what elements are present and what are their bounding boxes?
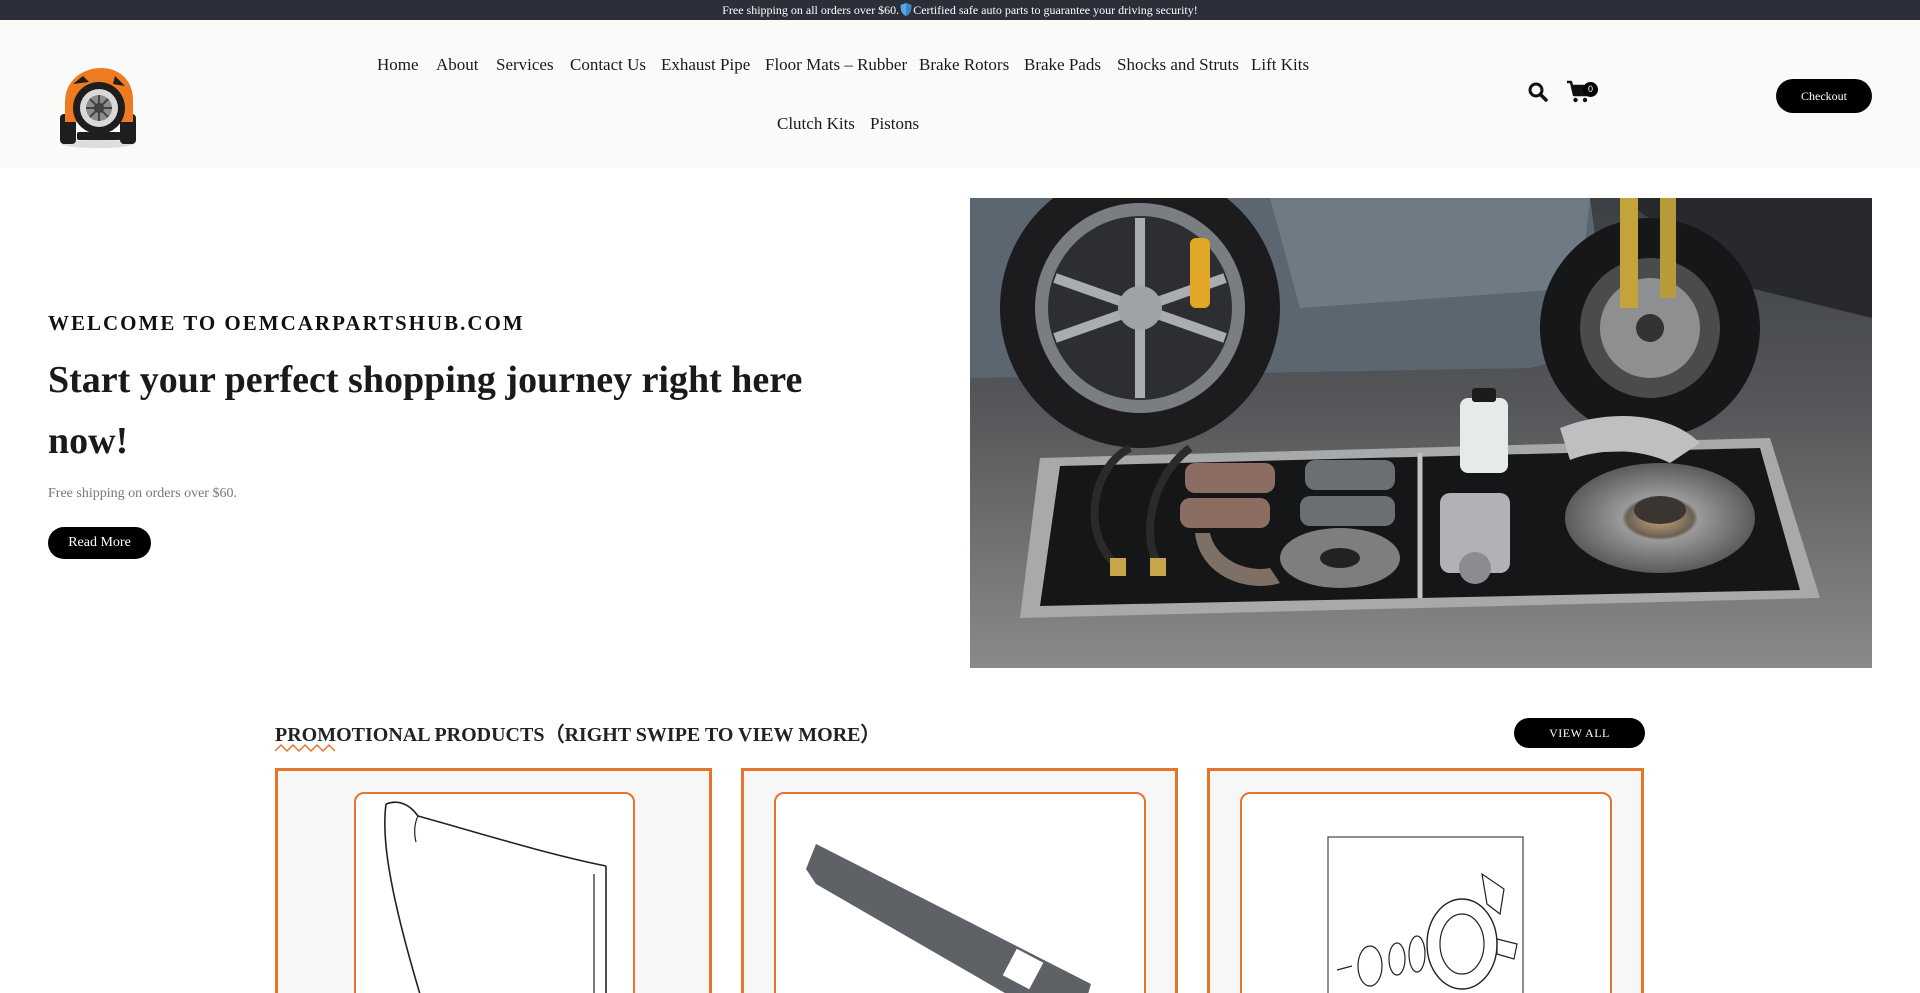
product-image-frame (1240, 792, 1612, 993)
search-icon[interactable] (1528, 82, 1548, 102)
cart-count-badge: 0 (1583, 82, 1598, 97)
announcement-bar: Free shipping on all orders over $60. Cer… (0, 0, 1920, 20)
nav-exhaust-pipe[interactable]: Exhaust Pipe (661, 55, 750, 75)
auto-parts-tray-image (970, 198, 1872, 668)
hero-title: Start your perfect shopping journey righ… (48, 359, 803, 462)
nav-lift-kits[interactable]: Lift Kits (1251, 55, 1309, 75)
hero-image (970, 198, 1872, 668)
wheel-tire-logo-icon (60, 68, 136, 148)
title-underline-wave (275, 743, 335, 753)
trim-panel-product-image (806, 844, 1091, 993)
read-more-button[interactable]: Read More (48, 527, 151, 559)
steering-knuckle-product-image (1327, 836, 1524, 993)
announcement-text-1: Free shipping on all orders over $60. (722, 3, 900, 17)
site-header: Home About Services Contact Us Exhaust P… (0, 20, 1920, 168)
nav-shocks-and-struts[interactable]: Shocks and Struts (1117, 55, 1239, 75)
nav-brake-rotors[interactable]: Brake Rotors (919, 55, 1009, 75)
product-image-frame (774, 792, 1146, 993)
shield-icon (900, 3, 912, 16)
product-card[interactable] (741, 768, 1178, 993)
promo-section-title: PROMOTIONAL PRODUCTS（RIGHT SWIPE TO VIEW… (275, 724, 881, 746)
nav-pistons[interactable]: Pistons (870, 114, 919, 134)
nav-contact-us[interactable]: Contact Us (570, 55, 646, 75)
nav-clutch-kits[interactable]: Clutch Kits (777, 114, 855, 134)
nav-home[interactable]: Home (377, 55, 419, 75)
nav-services[interactable]: Services (496, 55, 554, 75)
nav-about[interactable]: About (436, 55, 479, 75)
product-card[interactable] (275, 768, 712, 993)
nav-brake-pads[interactable]: Brake Pads (1024, 55, 1101, 75)
nav-floor-mats-rubber[interactable]: Floor Mats – Rubber (765, 55, 907, 75)
checkout-button[interactable]: Checkout (1776, 79, 1872, 113)
product-image-frame (354, 792, 635, 993)
product-card[interactable] (1207, 768, 1644, 993)
view-all-button[interactable]: VIEW ALL (1514, 718, 1645, 748)
hero-kicker: WELCOME TO OEMCARPARTSHUB.COM (48, 311, 525, 335)
floor-mat-product-image (383, 801, 607, 993)
hero-subtitle: Free shipping on orders over $60. (48, 486, 237, 501)
site-logo[interactable] (53, 62, 143, 152)
announcement-text-2: Certified safe auto parts to guarantee y… (913, 3, 1198, 17)
